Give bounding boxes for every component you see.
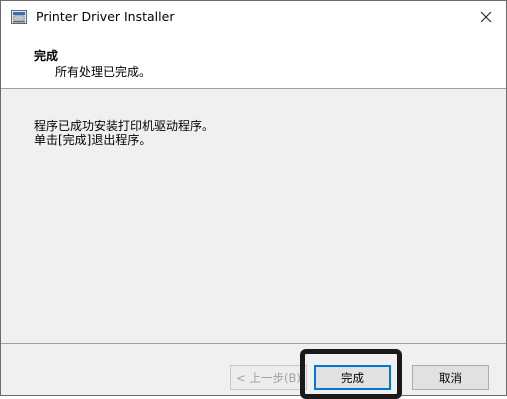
message-line-1: 程序已成功安装打印机驱动程序。: [34, 119, 215, 133]
header-panel: 完成 所有处理已完成。: [1, 33, 506, 88]
cancel-button[interactable]: 取消: [412, 365, 489, 390]
step-title: 完成: [34, 49, 59, 63]
message-line-2: 单击[完成]退出程序。: [34, 133, 152, 147]
step-subtitle: 所有处理已完成。: [55, 65, 152, 79]
installer-window: Printer Driver Installer 完成 所有处理已完成。 程序已…: [0, 0, 507, 396]
close-button[interactable]: [466, 1, 506, 33]
close-icon: [480, 8, 492, 27]
window-title: Printer Driver Installer: [36, 9, 175, 24]
back-button[interactable]: < 上一步(B): [230, 365, 307, 390]
title-bar: Printer Driver Installer: [1, 1, 506, 33]
button-bar: < 上一步(B) 完成 取消: [1, 344, 506, 395]
finish-button[interactable]: 完成: [314, 365, 391, 390]
printer-installer-icon: [11, 9, 27, 25]
content-panel: 程序已成功安装打印机驱动程序。 单击[完成]退出程序。: [1, 89, 506, 343]
